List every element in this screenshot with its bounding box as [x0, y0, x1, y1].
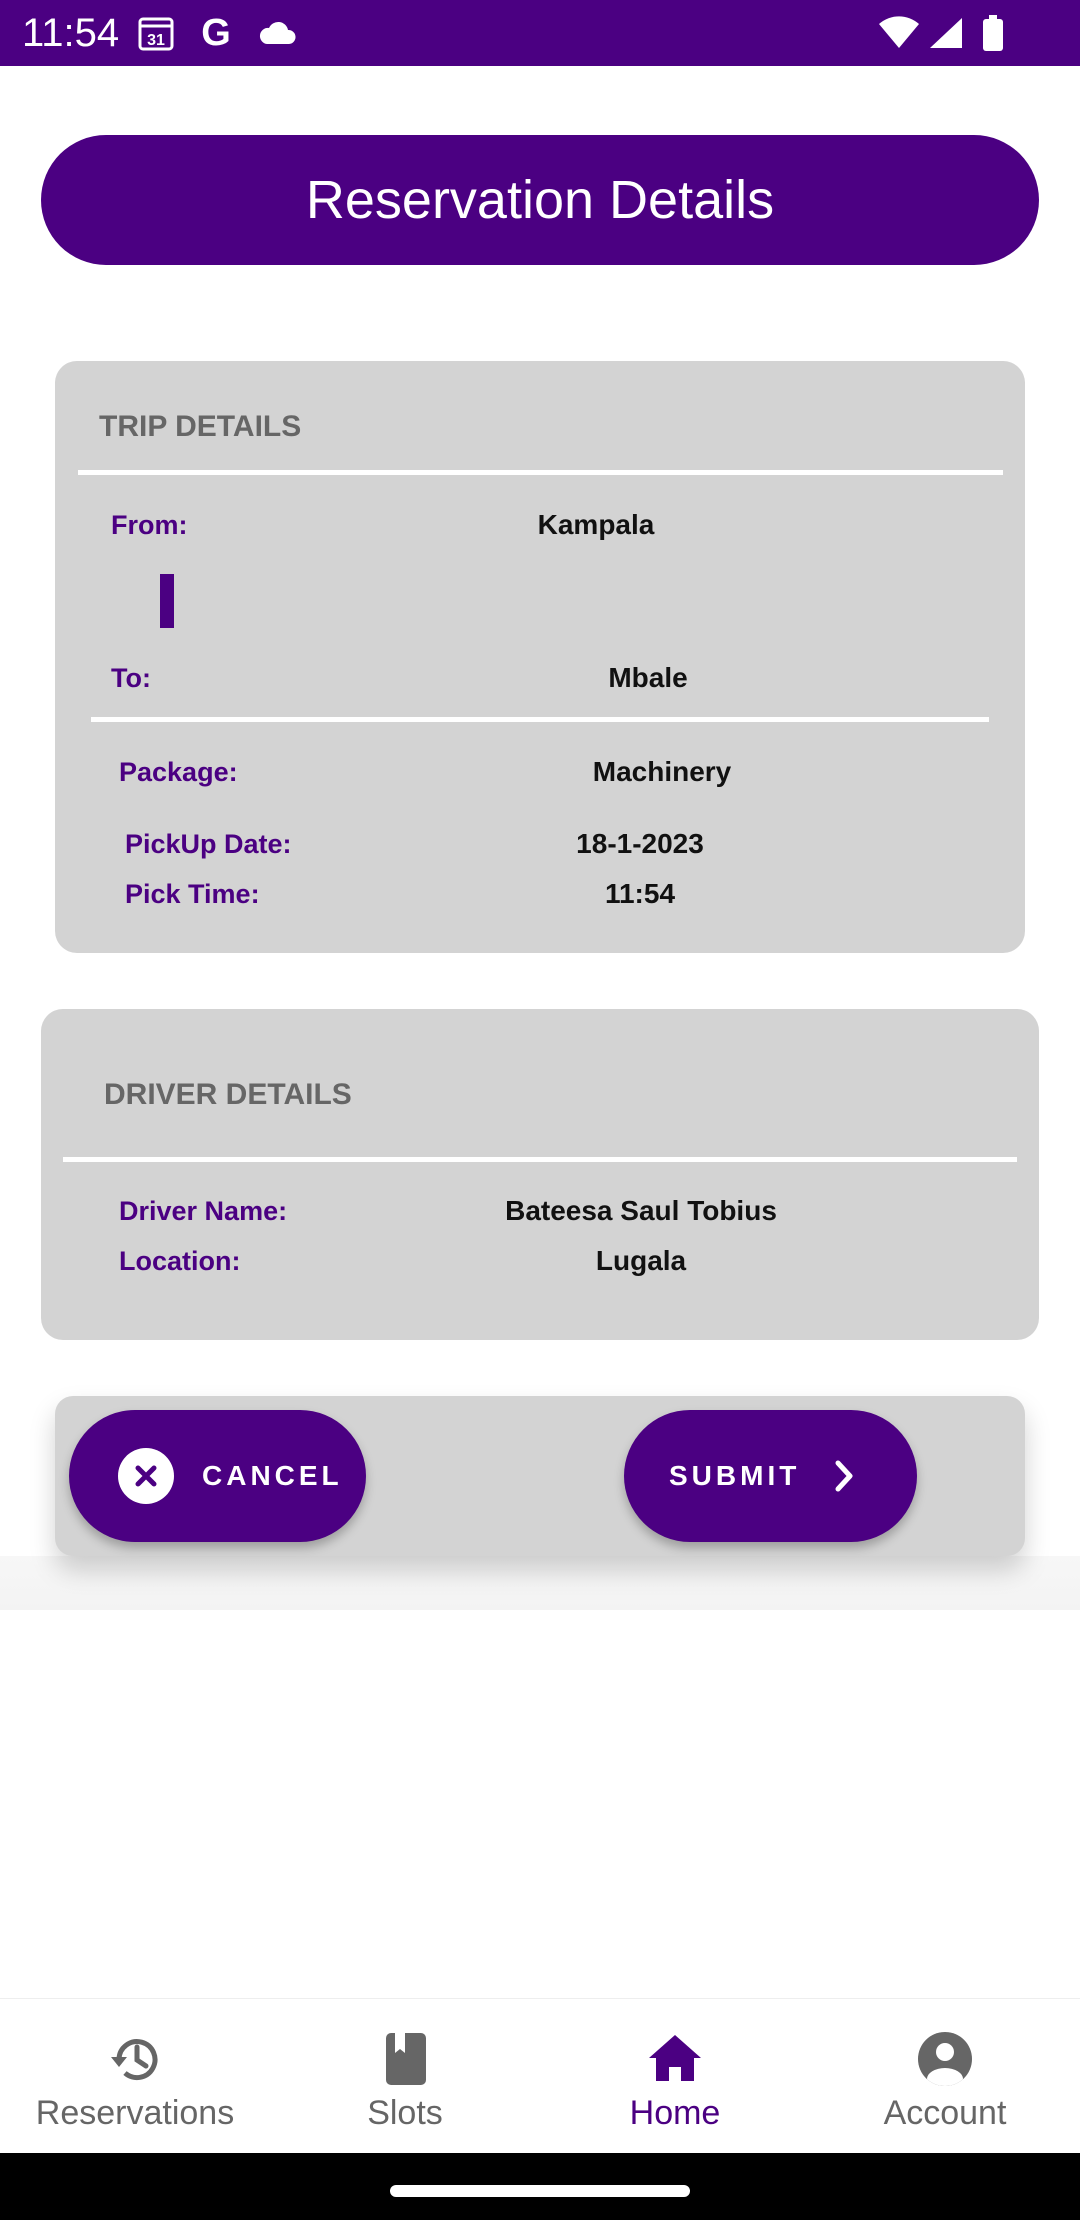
book-icon [375, 2029, 435, 2089]
cloud-icon [256, 14, 298, 52]
calendar-icon: 31 [136, 14, 176, 52]
content-bottom-shade [0, 1556, 1080, 1610]
from-value: Kampala [537, 509, 655, 540]
submit-button[interactable]: SUBMIT [624, 1410, 917, 1542]
wifi-icon [878, 14, 920, 52]
package-value: Machinery [592, 756, 732, 787]
trip-details-title: TRIP DETAILS [99, 410, 302, 443]
from-label: From: [111, 510, 188, 540]
bottom-navigation: Reservations Slots Home Account [0, 1998, 1080, 2154]
nav-label-reservations: Reservations [35, 2094, 235, 2132]
driver-name-label: Driver Name: [119, 1196, 288, 1226]
route-connector [160, 574, 174, 628]
location-value: Lugala [595, 1245, 687, 1276]
trip-details-card [55, 361, 1025, 953]
chevron-right-icon [830, 1458, 858, 1494]
pickup-date-label: PickUp Date: [125, 829, 292, 859]
battery-icon [976, 14, 1010, 52]
nav-item-home[interactable]: Home [540, 1999, 810, 2154]
calendar-day-text: 31 [147, 32, 165, 49]
submit-button-label: SUBMIT [669, 1460, 801, 1491]
nav-label-home: Home [629, 2094, 721, 2132]
gesture-handle[interactable] [390, 2185, 690, 2197]
nav-item-reservations[interactable]: Reservations [0, 1999, 270, 2154]
pickup-date-value: 18-1-2023 [576, 828, 704, 859]
page-title: Reservation Details [41, 135, 1039, 265]
driver-details-divider [63, 1157, 1017, 1162]
cancel-button-label: CANCEL [202, 1460, 343, 1491]
status-bar: 11:54 31 G [0, 0, 1080, 66]
driver-details-card [41, 1009, 1039, 1340]
location-label: Location: [119, 1246, 241, 1276]
pick-time-label: Pick Time: [125, 879, 260, 909]
nav-label-slots: Slots [367, 2094, 443, 2132]
cancel-button[interactable]: CANCEL [69, 1410, 366, 1542]
google-icon: G [201, 11, 231, 54]
package-label: Package: [119, 757, 238, 787]
to-value: Mbale [608, 662, 688, 693]
account-circle-icon [915, 2029, 975, 2089]
route-divider [91, 717, 989, 722]
nav-item-slots[interactable]: Slots [270, 1999, 540, 2154]
nav-item-account[interactable]: Account [810, 1999, 1080, 2154]
driver-name-value: Bateesa Saul Tobius [505, 1195, 777, 1226]
close-icon [118, 1448, 174, 1504]
to-label: To: [111, 663, 151, 693]
home-icon [645, 2029, 705, 2089]
nav-label-account: Account [883, 2094, 1007, 2132]
signal-icon [926, 14, 966, 52]
trip-details-divider [78, 470, 1003, 475]
status-time: 11:54 [22, 11, 120, 55]
pick-time-value: 11:54 [604, 878, 676, 909]
history-icon [105, 2029, 165, 2089]
driver-details-title: DRIVER DETAILS [104, 1078, 352, 1111]
